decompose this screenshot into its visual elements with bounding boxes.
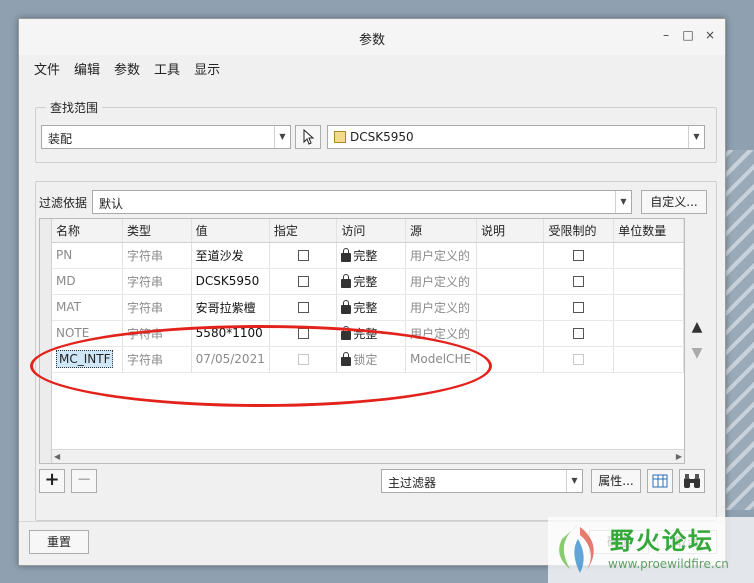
watermark-url: www.proewildfire.cn — [608, 557, 729, 571]
cursor-arrow-icon — [303, 128, 315, 145]
search-scope-label: 查找范围 — [46, 99, 103, 116]
cell-type[interactable]: 字符串 — [122, 242, 192, 269]
close-button[interactable]: × — [703, 27, 717, 43]
plus-icon: + — [44, 469, 60, 490]
scope-type-value: 装配 — [48, 132, 73, 146]
remove-parameter-button[interactable]: − — [71, 469, 97, 493]
col-header-name[interactable]: 名称 — [52, 219, 124, 243]
annotation-ellipse — [30, 325, 492, 407]
cell-description[interactable] — [476, 320, 545, 347]
cell-access[interactable]: 完整 — [353, 301, 377, 315]
cell-unit-quantity[interactable] — [613, 346, 684, 373]
find-button[interactable] — [679, 469, 705, 493]
col-header-type[interactable]: 类型 — [122, 219, 192, 243]
horizontal-scrollbar[interactable]: ◀ ▶ — [52, 449, 684, 463]
lock-icon — [341, 247, 352, 262]
parameters-dialog: 参数 – □ × 文件 编辑 参数 工具 显示 查找范围 装配 ▼ DCSK59… — [18, 18, 726, 566]
restricted-checkbox[interactable] — [573, 302, 585, 313]
cell-name[interactable]: MD — [52, 268, 124, 295]
cell-type[interactable]: 字符串 — [122, 268, 192, 295]
cell-access[interactable]: 完整 — [353, 275, 377, 289]
menu-parameters[interactable]: 参数 — [107, 59, 147, 78]
menu-bar: 文件 编辑 参数 工具 显示 — [19, 55, 725, 81]
add-parameter-button[interactable]: + — [39, 469, 65, 493]
maximize-button[interactable]: □ — [681, 27, 695, 43]
filter-label: 过滤依据 — [39, 196, 88, 210]
flame-logo-icon — [559, 525, 594, 573]
cell-source: 用户定义的 — [405, 268, 477, 295]
filter-select[interactable]: 默认 ▼ — [92, 190, 632, 214]
move-up-icon[interactable]: ▲ — [687, 319, 707, 335]
col-header-access[interactable]: 访问 — [336, 219, 407, 243]
table-row[interactable]: PN 字符串 至道沙发 完整 用户定义的 — [52, 242, 684, 269]
col-header-source[interactable]: 源 — [405, 219, 477, 243]
row-gutter — [40, 219, 52, 463]
cell-source: 用户定义的 — [405, 294, 477, 321]
binoculars-icon — [684, 474, 700, 488]
restricted-checkbox — [573, 354, 585, 365]
col-header-value[interactable]: 值 — [191, 219, 270, 243]
scroll-right-icon[interactable]: ▶ — [676, 450, 682, 463]
cell-unit-quantity[interactable] — [613, 320, 684, 347]
table-row[interactable]: MAT 字符串 安哥拉紫檀 完整 用户定义的 — [52, 294, 684, 321]
scope-type-select[interactable]: 装配 ▼ — [41, 125, 291, 149]
col-header-description[interactable]: 说明 — [476, 219, 545, 243]
menu-display[interactable]: 显示 — [187, 59, 227, 78]
designate-checkbox[interactable] — [297, 276, 309, 287]
cell-unit-quantity[interactable] — [613, 268, 684, 295]
menu-tools[interactable]: 工具 — [147, 59, 187, 78]
table-icon — [652, 474, 668, 488]
col-header-restricted[interactable]: 受限制的 — [543, 219, 615, 243]
restricted-checkbox[interactable] — [573, 328, 585, 339]
restricted-checkbox[interactable] — [573, 250, 585, 261]
cell-description[interactable] — [476, 268, 545, 295]
table-header-row: 名称 类型 值 指定 访问 源 说明 受限制的 单位数量 — [52, 219, 684, 243]
cell-unit-quantity[interactable] — [613, 242, 684, 269]
filter-value: 默认 — [99, 197, 124, 211]
properties-button[interactable]: 属性... — [591, 469, 641, 493]
minus-icon: − — [76, 469, 92, 490]
cell-unit-quantity[interactable] — [613, 294, 684, 321]
chevron-down-icon: ▼ — [566, 470, 582, 492]
reset-button[interactable]: 重置 — [29, 530, 89, 554]
custom-filter-button[interactable]: 自定义... — [641, 190, 707, 214]
cell-description[interactable] — [476, 294, 545, 321]
col-header-designate[interactable]: 指定 — [269, 219, 338, 243]
col-header-unit-quantity[interactable]: 单位数量 — [613, 219, 684, 243]
select-model-button[interactable] — [295, 125, 321, 149]
main-filter-select[interactable]: 主过滤器 ▼ — [381, 469, 583, 493]
lock-icon — [341, 273, 352, 288]
scroll-left-icon[interactable]: ◀ — [54, 450, 60, 463]
main-filter-value: 主过滤器 — [388, 476, 437, 490]
menu-edit[interactable]: 编辑 — [67, 59, 107, 78]
model-value: DCSK5950 — [350, 130, 414, 144]
cell-value[interactable]: DCSK5950 — [191, 268, 270, 295]
cell-description[interactable] — [476, 242, 545, 269]
watermark-title: 野火论坛 — [610, 527, 714, 555]
cell-access[interactable]: 完整 — [353, 249, 377, 263]
minimize-button[interactable]: – — [659, 27, 673, 43]
cell-value[interactable]: 安哥拉紫檀 — [191, 294, 270, 321]
designate-checkbox[interactable] — [297, 250, 309, 261]
cell-value[interactable]: 至道沙发 — [191, 242, 270, 269]
assembly-icon — [334, 131, 346, 143]
model-select[interactable]: DCSK5950 ▼ — [327, 125, 705, 149]
table-view-button[interactable] — [647, 469, 673, 493]
menu-file[interactable]: 文件 — [27, 59, 67, 78]
cell-name[interactable]: PN — [52, 242, 124, 269]
table-row[interactable]: MD 字符串 DCSK5950 完整 用户定义的 — [52, 268, 684, 295]
move-down-icon[interactable]: ▼ — [687, 345, 707, 361]
chevron-down-icon: ▼ — [688, 126, 704, 148]
cell-type[interactable]: 字符串 — [122, 294, 192, 321]
cell-source: 用户定义的 — [405, 242, 477, 269]
window-title: 参数 — [358, 33, 385, 48]
chevron-down-icon: ▼ — [274, 126, 290, 148]
forum-watermark: 野火论坛 www.proewildfire.cn — [548, 517, 754, 583]
restricted-checkbox[interactable] — [573, 276, 585, 287]
title-bar: 参数 – □ × — [19, 19, 725, 55]
lock-icon — [341, 299, 352, 314]
cell-name[interactable]: MAT — [52, 294, 124, 321]
designate-checkbox[interactable] — [297, 302, 309, 313]
chevron-down-icon: ▼ — [615, 191, 631, 213]
